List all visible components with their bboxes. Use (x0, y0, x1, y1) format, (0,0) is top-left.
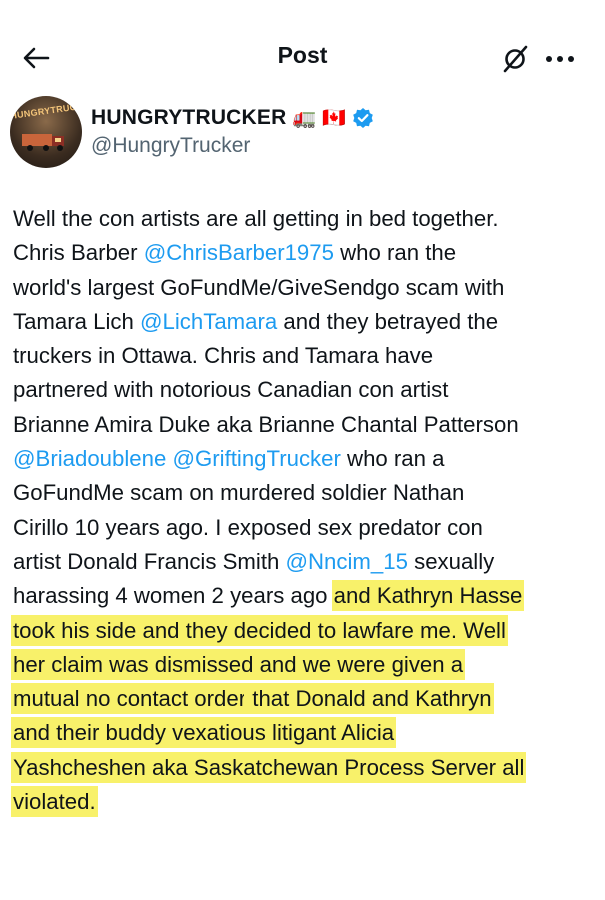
post-text-segment: Tamara Lich (13, 308, 141, 334)
post-text-segment: Well the con artists are all getting in … (13, 206, 499, 231)
avatar[interactable]: HUNGRYTRUCKER (10, 96, 82, 168)
grok-button[interactable] (496, 40, 534, 78)
mention-link[interactable]: @ChrisBarber1975 (144, 240, 334, 265)
post-line: partnered with notorious Canadian con ar… (13, 373, 597, 407)
post-text-segment: truckers in Ottawa. Chris and Tamara hav… (13, 343, 434, 369)
post-text-segment: artist Donald Francis Smith (13, 548, 286, 574)
highlighted-text: her claim was dismissed and we were give… (11, 648, 466, 680)
post-text-segment: harassing 4 women 2 years ago (13, 583, 334, 609)
highlighted-text: and their buddy vexatious litigant Alici… (11, 717, 397, 749)
post-text-segment: Brianne Amira Duke aka Brianne Chantal P… (13, 411, 519, 437)
mention-link[interactable]: @LichTamara (140, 309, 277, 334)
verified-badge-icon[interactable] (352, 107, 374, 129)
display-name[interactable]: HUNGRYTRUCKER (91, 106, 287, 130)
post-line: world's largest GoFundMe/GiveSendgo scam… (13, 271, 597, 305)
highlighted-text: mutual no contact order (11, 683, 249, 715)
highlighted-text: took his side and they decided to lawfar… (11, 614, 508, 646)
post-line: Yashcheshen aka Saskatchewan Process Ser… (11, 751, 597, 785)
post-text-segment: sexually (407, 548, 495, 574)
post-line: took his side and they decided to lawfar… (11, 614, 597, 648)
highlighted-text: and Kathryn Hasse (331, 580, 525, 612)
post-text-segment: partnered with notorious Canadian con ar… (13, 377, 449, 403)
post-text: Well the con artists are all getting in … (11, 202, 597, 819)
top-bar: Post (0, 0, 605, 110)
post-line: Chris Barber @ChrisBarber1975 who ran th… (13, 236, 597, 270)
post-line: Tamara Lich @LichTamara and they betraye… (13, 305, 597, 339)
post-line: harassing 4 women 2 years ago and Kathry… (13, 579, 597, 613)
mention-link[interactable]: @GriftingTrucker (172, 446, 340, 471)
post-line: @Briadoublene @GriftingTrucker who ran a (13, 442, 597, 476)
mention-link[interactable]: @Briadoublene (13, 446, 166, 471)
author-handle[interactable]: @HungryTrucker (91, 134, 250, 158)
truck-emoji: 🚛 (292, 107, 317, 129)
highlighted-text: violated. (11, 786, 98, 818)
post-line: truckers in Ottawa. Chris and Tamara hav… (13, 339, 597, 373)
post-text-segment: world's largest GoFundMe/GiveSendgo scam… (13, 274, 505, 300)
canada-flag-emoji: 🇨🇦 (322, 107, 346, 129)
post-line: GoFundMe scam on murdered soldier Nathan (13, 476, 597, 510)
more-button[interactable] (540, 40, 580, 78)
truck-illustration (22, 134, 64, 151)
post-text-segment: who ran a (340, 446, 445, 472)
mention-link[interactable]: @Nncim_15 (286, 549, 408, 574)
post-text-segment: and they betrayed the (277, 308, 499, 334)
post-text-segment: who ran the (333, 240, 457, 266)
post-text-segment: GoFundMe scam on murdered soldier Nathan (13, 480, 465, 506)
post-text-segment: Cirillo 10 years ago. I exposed sex pred… (13, 514, 483, 540)
highlighted-text: Yashcheshen aka Saskatchewan Process Ser… (11, 751, 527, 783)
post-line: and their buddy vexatious litigant Alici… (11, 716, 597, 750)
post-line: mutual no contact order that Donald and … (11, 682, 597, 716)
post-text-segment: Chris Barber (13, 240, 144, 266)
more-icon (546, 56, 574, 62)
grok-icon (503, 45, 528, 73)
post-line: artist Donald Francis Smith @Nncim_15 se… (13, 545, 597, 579)
post-line: her claim was dismissed and we were give… (11, 648, 597, 682)
post-line: Well the con artists are all getting in … (13, 202, 597, 236)
highlighted-text: that Donald and Kathryn (244, 683, 494, 715)
post-line: Brianne Amira Duke aka Brianne Chantal P… (13, 408, 597, 442)
post-line: Cirillo 10 years ago. I exposed sex pred… (13, 511, 597, 545)
author-name-row: HUNGRYTRUCKER 🚛 🇨🇦 (91, 104, 374, 132)
post-line: violated. (11, 785, 597, 819)
